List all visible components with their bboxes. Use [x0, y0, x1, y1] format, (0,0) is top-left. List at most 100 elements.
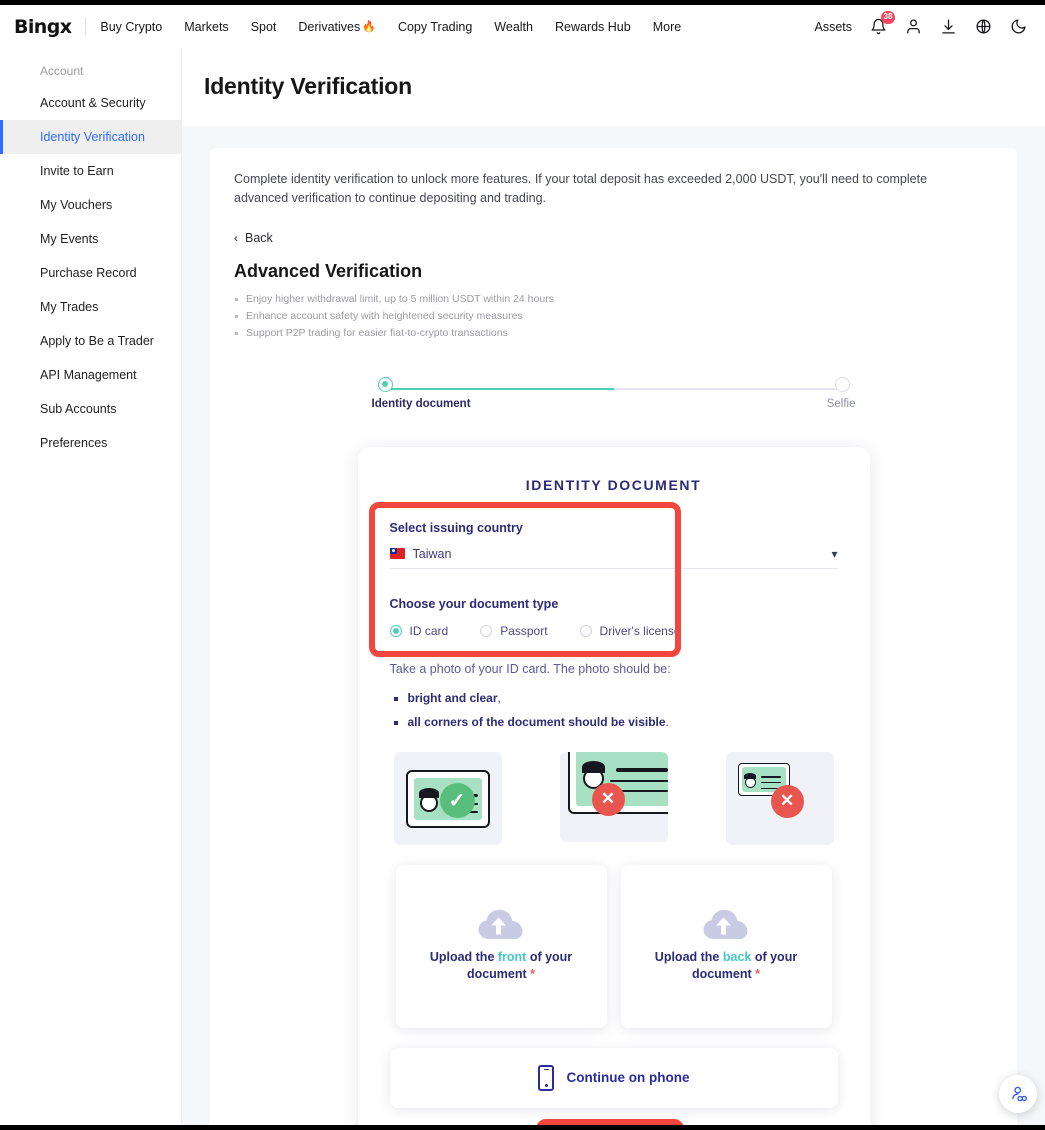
- benefit-item: Enjoy higher withdrawal limit, up to 5 m…: [234, 291, 993, 308]
- nav-label: More: [652, 19, 682, 34]
- sidebar-item-api-management[interactable]: API Management: [0, 358, 181, 392]
- stepper-dot-selfie[interactable]: [834, 376, 850, 392]
- nav-label: Rewards Hub: [554, 19, 631, 34]
- photo-rule-item: all corners of the document should be vi…: [408, 710, 838, 734]
- back-button[interactable]: ‹ Back: [234, 231, 273, 245]
- nav-divider: [85, 18, 87, 35]
- photo-examples: ✓ ✕ ✕: [390, 751, 838, 845]
- bell-icon[interactable]: 38: [869, 10, 895, 36]
- photo-rule-tail: .: [665, 714, 669, 729]
- good-example-tile: ✓: [393, 751, 502, 845]
- identity-document-form: IDENTITY DOCUMENT Select issuing country…: [357, 446, 870, 1125]
- benefit-item: Support P2P trading for easier fiat-to-c…: [234, 325, 993, 342]
- nav-item-buy-crypto[interactable]: Buy Crypto: [100, 20, 162, 34]
- nav-item-markets[interactable]: Markets: [184, 20, 228, 34]
- moon-icon[interactable]: [1009, 18, 1027, 36]
- radio-id-card[interactable]: ID card: [389, 623, 449, 638]
- nav-item-wealth[interactable]: Wealth: [494, 20, 533, 34]
- assets-menu[interactable]: Assets: [814, 20, 852, 34]
- sidebar-item-my-vouchers[interactable]: My Vouchers: [0, 188, 181, 222]
- upload-front-dropzone[interactable]: Upload the front of your document *: [395, 864, 607, 1028]
- customer-support-button[interactable]: [999, 1075, 1037, 1113]
- cross-icon: ✕: [591, 782, 625, 816]
- stepper-label-identity-document: Identity document: [371, 397, 471, 410]
- stepper-progress: [384, 387, 614, 390]
- app-window: Bingx Buy Crypto Markets Spot Derivative…: [0, 5, 1045, 1125]
- photo-rule-bold: bright and clear: [407, 690, 498, 705]
- advanced-verification-title: Advanced Verification: [234, 260, 423, 281]
- page-title: Identity Verification: [204, 73, 412, 99]
- top-navigation-bar: Bingx Buy Crypto Markets Spot Derivative…: [0, 5, 1045, 48]
- globe-icon[interactable]: [974, 18, 992, 36]
- example-hair: [744, 772, 756, 779]
- photo-rules-list: bright and clear, all corners of the doc…: [390, 686, 838, 734]
- content-card: Complete identity verification to unlock…: [210, 148, 1017, 1125]
- example-line: [609, 779, 668, 782]
- stepper-dot-identity-document[interactable]: [377, 376, 393, 392]
- radio-mark: [389, 624, 402, 637]
- radio-drivers-license[interactable]: Driver's license: [579, 623, 681, 638]
- too-close-example-tile: ✕: [559, 751, 668, 842]
- nav-item-rewards-hub[interactable]: Rewards Hub: [555, 20, 631, 34]
- chevron-left-icon: ‹: [234, 230, 238, 245]
- sidebar-item-identity-verification[interactable]: Identity Verification: [0, 120, 181, 154]
- chevron-down-icon: ▾: [831, 546, 838, 561]
- nav-item-derivatives[interactable]: Derivatives 🔥: [298, 20, 376, 34]
- upload-front-label: Upload the front of your document *: [412, 949, 591, 983]
- notification-badge: 38: [881, 10, 895, 24]
- sidebar-item-my-events[interactable]: My Events: [0, 222, 181, 256]
- cloud-upload-icon: [478, 909, 524, 941]
- nav-item-spot[interactable]: Spot: [251, 20, 277, 34]
- sidebar-item-sub-accounts[interactable]: Sub Accounts: [0, 392, 181, 426]
- nav-right-actions: Assets 38: [814, 10, 1027, 36]
- download-icon[interactable]: [939, 18, 957, 36]
- continue-on-phone-label: Continue on phone: [566, 1070, 690, 1086]
- nav-label: Derivatives: [298, 19, 361, 34]
- example-hair: [418, 787, 439, 798]
- photo-instruction: Take a photo of your ID card. The photo …: [389, 661, 671, 676]
- upload-pre: Upload the: [429, 950, 498, 965]
- example-hair: [581, 760, 605, 773]
- country-field-label: Select issuing country: [389, 520, 523, 535]
- upload-back-dropzone[interactable]: Upload the back of your document *: [620, 864, 832, 1028]
- nav-label: Wealth: [494, 19, 533, 34]
- check-icon: ✓: [439, 782, 475, 818]
- bingx-logo[interactable]: Bingx: [14, 16, 72, 38]
- sidebar-item-invite-to-earn[interactable]: Invite to Earn: [0, 154, 181, 188]
- cross-icon: ✕: [770, 784, 804, 818]
- back-label: Back: [245, 230, 273, 245]
- form-title: IDENTITY DOCUMENT: [525, 476, 702, 493]
- phone-icon: [537, 1064, 554, 1091]
- required-asterisk: *: [530, 967, 536, 982]
- country-select[interactable]: Taiwan ▾: [389, 546, 838, 569]
- sidebar: Account Account & Security Identity Veri…: [0, 48, 182, 1125]
- nav-item-copy-trading[interactable]: Copy Trading: [398, 20, 472, 34]
- sidebar-item-preferences[interactable]: Preferences: [0, 426, 181, 460]
- page-body: Account Account & Security Identity Veri…: [0, 48, 1045, 1125]
- radio-label: Driver's license: [599, 623, 681, 638]
- example-line: [760, 775, 781, 778]
- doctype-field-label: Choose your document type: [389, 596, 559, 611]
- upload-back-label: Upload the back of your document *: [637, 949, 816, 983]
- stepper-label-selfie: Selfie: [826, 397, 856, 410]
- taiwan-flag-icon: [389, 548, 405, 560]
- sidebar-item-apply-to-be-a-trader[interactable]: Apply to Be a Trader: [0, 324, 181, 358]
- photo-rule-tail: ,: [497, 690, 501, 705]
- nav-label: Copy Trading: [397, 19, 473, 34]
- upload-pre: Upload the: [654, 950, 723, 965]
- upload-highlight: front: [497, 950, 527, 965]
- upload-areas: Upload the front of your document * Uplo…: [390, 864, 838, 1028]
- sidebar-item-purchase-record[interactable]: Purchase Record: [0, 256, 181, 290]
- radio-passport[interactable]: Passport: [480, 624, 548, 638]
- user-icon[interactable]: [904, 18, 922, 36]
- sidebar-item-my-trades[interactable]: My Trades: [0, 290, 181, 324]
- radio-mark: [579, 624, 592, 637]
- example-line: [615, 767, 668, 772]
- fire-icon: 🔥: [362, 21, 376, 33]
- radio-label: ID card: [409, 623, 449, 638]
- example-card: ✓: [405, 769, 490, 828]
- upload-highlight: back: [722, 950, 752, 965]
- sidebar-item-account-security[interactable]: Account & Security: [0, 86, 181, 120]
- nav-item-more[interactable]: More: [653, 20, 681, 34]
- continue-on-phone-button[interactable]: Continue on phone: [389, 1047, 838, 1108]
